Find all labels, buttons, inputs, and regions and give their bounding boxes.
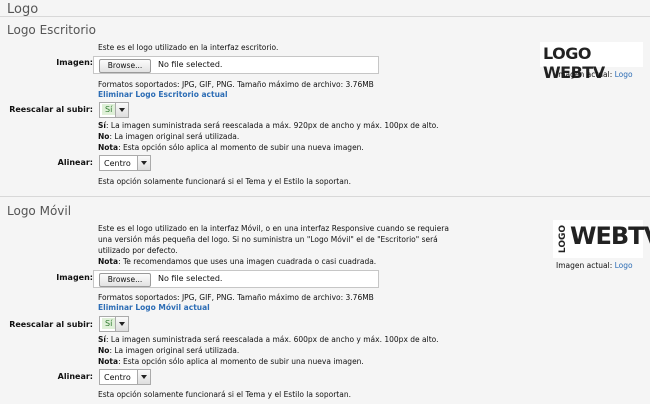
divider xyxy=(0,16,650,17)
mobile-current-image-link[interactable]: Logo xyxy=(615,261,633,270)
desktop-rescale-select[interactable]: Sí xyxy=(99,102,129,118)
mobile-current-image: Imagen actual: Logo xyxy=(556,261,633,270)
mobile-align-note: Esta opción solamente funcionará si el T… xyxy=(98,390,351,399)
desktop-align-value: Centro xyxy=(104,159,131,168)
chevron-down-icon xyxy=(137,156,150,170)
desktop-rescale-note: Nota: Esta opción sólo aplica al momento… xyxy=(98,143,364,152)
desktop-image-label: Imagen: xyxy=(56,58,93,67)
chevron-down-icon xyxy=(115,317,128,331)
mobile-file-input[interactable]: Browse... No file selected. xyxy=(93,270,379,288)
page-title: Logo xyxy=(7,2,39,17)
chevron-down-icon xyxy=(115,103,128,117)
mobile-rescale-yes: Sí: La imagen suministrada será reescala… xyxy=(98,335,439,344)
mobile-rescale-label: Reescalar al subir: xyxy=(9,320,93,329)
mobile-rescale-select[interactable]: Sí xyxy=(99,316,129,332)
chevron-down-icon xyxy=(137,370,150,384)
mobile-file-status: No file selected. xyxy=(158,274,223,283)
desktop-delete-link[interactable]: Eliminar Logo Escritorio actual xyxy=(98,89,228,100)
divider xyxy=(0,196,650,197)
mobile-rescale-value: Sí xyxy=(102,318,116,329)
desktop-rescale-label: Reescalar al subir: xyxy=(9,105,93,114)
desktop-align-label: Alinear: xyxy=(57,158,93,167)
mobile-description-note: Nota: Te recomendamos que uses una image… xyxy=(98,257,377,266)
mobile-rescale-no: No: La imagen original será utilizada. xyxy=(98,346,240,355)
desktop-align-note: Esta opción solamente funcionará si el T… xyxy=(98,177,351,186)
desktop-description: Este es el logo utilizado en la interfaz… xyxy=(98,43,279,52)
section-heading-mobile: Logo Móvil xyxy=(7,204,72,218)
desktop-rescale-value: Sí xyxy=(102,104,116,115)
desktop-logo-image: LOGO WEBTV xyxy=(540,42,643,82)
mobile-logo-image: LOGO WEBTV xyxy=(553,220,650,258)
mobile-align-value: Centro xyxy=(104,373,131,382)
mobile-rescale-note: Nota: Esta opción sólo aplica al momento… xyxy=(98,357,364,366)
mobile-align-select[interactable]: Centro xyxy=(99,369,151,385)
desktop-rescale-no: No: La imagen original será utilizada. xyxy=(98,132,240,141)
desktop-rescale-yes: Sí: La imagen suministrada será reescala… xyxy=(98,121,439,130)
mobile-browse-button[interactable]: Browse... xyxy=(99,273,151,287)
desktop-file-input[interactable]: Browse... No file selected. xyxy=(93,56,379,74)
mobile-description-line-1: Este es el logo utilizado en la interfaz… xyxy=(98,224,449,233)
mobile-description-line-3: utilizado por defecto. xyxy=(98,246,178,255)
section-heading-desktop: Logo Escritorio xyxy=(7,23,96,37)
mobile-delete-link[interactable]: Eliminar Logo Móvil actual xyxy=(98,302,210,313)
desktop-browse-button[interactable]: Browse... xyxy=(99,59,151,73)
mobile-description-line-2: una versión más pequeña del logo. Si no … xyxy=(98,235,438,244)
desktop-current-image: Imagen actual: Logo xyxy=(556,70,633,79)
mobile-image-label: Imagen: xyxy=(56,273,93,282)
mobile-align-label: Alinear: xyxy=(57,372,93,381)
desktop-align-select[interactable]: Centro xyxy=(99,155,151,171)
desktop-current-image-link[interactable]: Logo xyxy=(615,70,633,79)
desktop-file-status: No file selected. xyxy=(158,60,223,69)
